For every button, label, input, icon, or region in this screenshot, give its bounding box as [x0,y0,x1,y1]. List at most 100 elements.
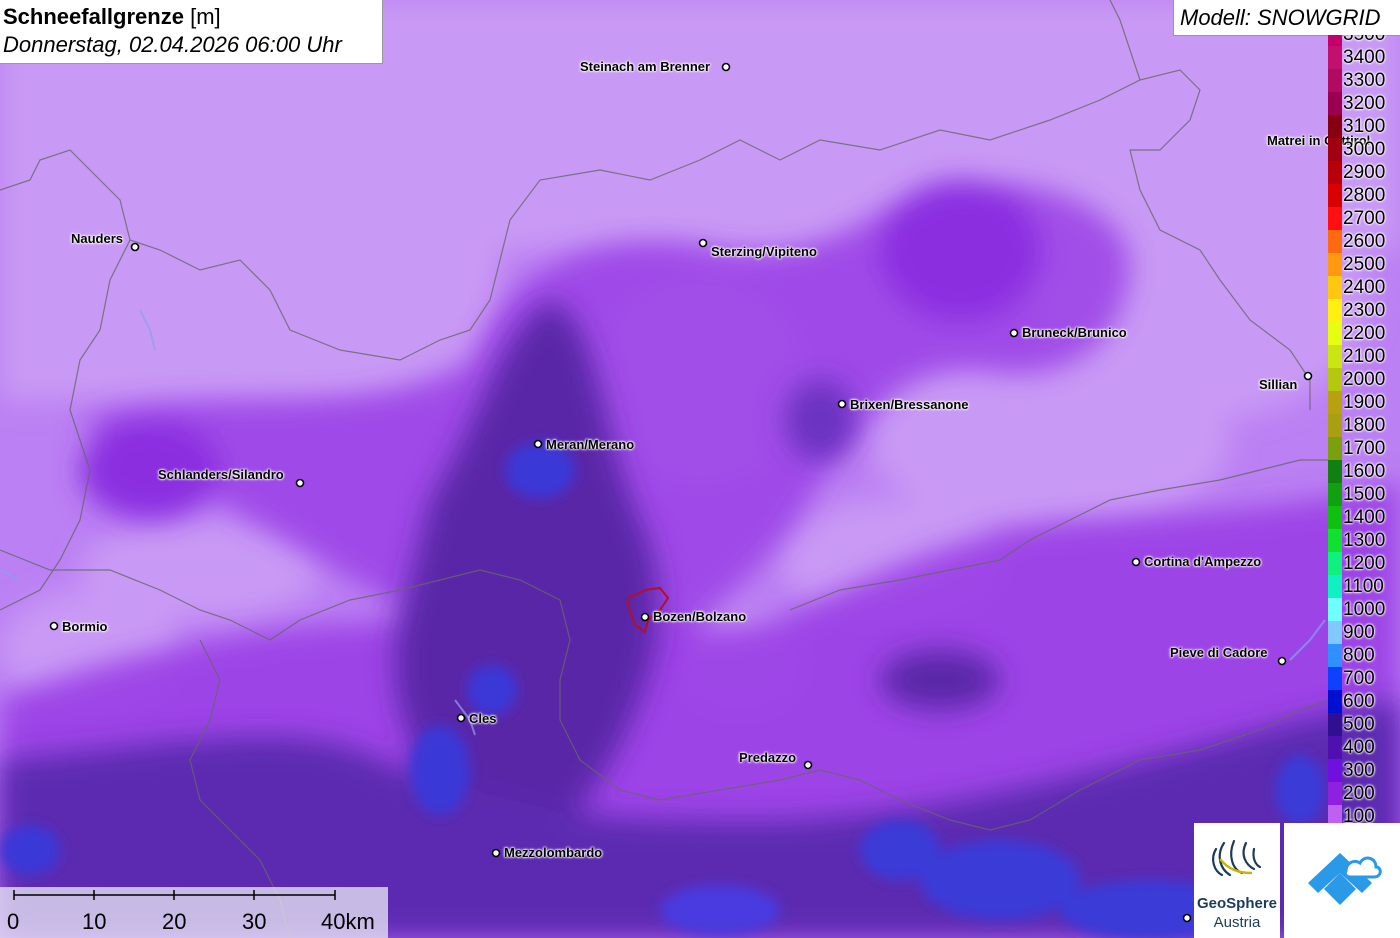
forecast-datetime: Donnerstag, 02.04.2026 06:00 Uhr [3,32,342,57]
scale-tick-40km: 40km [321,909,375,934]
legend-swatch-1800 [1328,414,1342,437]
legend-swatch-2300 [1328,299,1342,322]
legend-label-1600: 1600 [1343,461,1386,482]
legend-label-1800: 1800 [1343,415,1386,436]
legend-swatch-3300 [1328,69,1342,92]
color-legend: 3500 340033003200310030002900280027002600… [1328,35,1400,825]
partner-logo[interactable] [1284,823,1400,938]
legend-label-2100: 2100 [1343,346,1386,367]
city-label-steinach: Steinach am Brenner [580,59,711,74]
legend-swatch-3000 [1328,138,1342,161]
legend-swatch-2800 [1328,184,1342,207]
cloud-arrow-icon [1308,853,1382,905]
legend-label-3100: 3100 [1343,116,1386,137]
city-label-bruneck: Bruneck/Brunico [1022,325,1127,340]
city-label-pieve: Pieve di Cadore [1170,645,1268,660]
legend-swatch-3200 [1328,92,1342,115]
legend-swatch-200 [1328,782,1342,805]
legend-swatch-2200 [1328,322,1342,345]
legend-swatch-3500 [1328,35,1342,46]
legend-label-2300: 2300 [1343,300,1386,321]
legend-swatch-2600 [1328,230,1342,253]
legend-swatch-700 [1328,667,1342,690]
legend-label-2700: 2700 [1343,208,1386,229]
variable-unit: [m] [190,4,221,29]
legend-label-1700: 1700 [1343,438,1386,459]
legend-label-300: 300 [1343,760,1375,781]
legend-label-500: 500 [1343,714,1375,735]
map-title-box: Schneefallgrenze [m] Donnerstag, 02.04.2… [0,0,383,64]
legend-label-1200: 1200 [1343,553,1386,574]
scale-tick-10: 10 [82,909,107,934]
legend-label-200: 200 [1343,783,1375,804]
legend-label-700: 700 [1343,668,1375,689]
geosphere-emblem-icon [1212,839,1262,877]
legend-swatch-300 [1328,759,1342,782]
legend-swatch-1700 [1328,437,1342,460]
map-title: Schneefallgrenze [m] [3,4,221,30]
legend-label-600: 600 [1343,691,1375,712]
scale-bar: 0 10 20 30 40km [0,887,388,938]
legend-label-1300: 1300 [1343,530,1386,551]
legend-label-2200: 2200 [1343,323,1386,344]
legend-label-2600: 2600 [1343,231,1386,252]
legend-swatch-1000 [1328,598,1342,621]
legend-label-1900: 1900 [1343,392,1386,413]
legend-swatch-500 [1328,713,1342,736]
legend-swatch-2900 [1328,161,1342,184]
city-label-brixen: Brixen/Bressanone [850,397,969,412]
variable-name: Schneefallgrenze [3,4,184,29]
legend-label-900: 900 [1343,622,1375,643]
city-label-sillian: Sillian [1259,377,1298,392]
legend-swatch-1600 [1328,460,1342,483]
legend-label-1400: 1400 [1343,507,1386,528]
legend-label-3200: 3200 [1343,93,1386,114]
legend-swatch-1400 [1328,506,1342,529]
city-label-bormio: Bormio [62,619,108,634]
legend-swatch-600 [1328,690,1342,713]
city-label-bozen: Bozen/Bolzano [653,609,747,624]
legend-swatch-900 [1328,621,1342,644]
model-label: Modell: SNOWGRID [1180,5,1381,30]
geosphere-logo[interactable]: GeoSphere Austria [1194,823,1280,938]
legend-label-1500: 1500 [1343,484,1386,505]
scale-tick-20: 20 [162,909,187,934]
geosphere-country: Austria [1213,914,1261,931]
legend-label-2400: 2400 [1343,277,1386,298]
legend-swatch-2000 [1328,368,1342,391]
legend-swatch-1100 [1328,575,1342,598]
city-label-mezzolombardo: Mezzolombardo [504,845,603,860]
legend-swatch-3400 [1328,46,1342,69]
city-label-nauders: Nauders [71,231,124,246]
legend-label-3400: 3400 [1343,47,1386,68]
legend-swatch-2700 [1328,207,1342,230]
city-label-cortina: Cortina d'Ampezzo [1144,554,1262,569]
city-label-sterzing: Sterzing/Vipiteno [711,244,817,259]
legend-swatch-1500 [1328,483,1342,506]
city-label-schlanders: Schlanders/Silandro [158,467,284,482]
legend-label-2800: 2800 [1343,185,1386,206]
city-label-cles: Cles [469,711,497,726]
geosphere-name: GeoSphere [1196,895,1278,912]
legend-label-800: 800 [1343,645,1375,666]
legend-swatch-100 [1328,805,1342,825]
legend-swatch-3100 [1328,115,1342,138]
legend-swatch-1200 [1328,552,1342,575]
city-label-predazzo: Predazzo [739,750,797,765]
legend-swatch-1900 [1328,391,1342,414]
legend-label-1100: 1100 [1343,576,1384,597]
legend-label-3000: 3000 [1343,139,1386,160]
legend-swatch-800 [1328,644,1342,667]
legend-label-2900: 2900 [1343,162,1386,183]
legend-label-3500: 3500 [1343,35,1385,44]
legend-swatch-2500 [1328,253,1342,276]
scale-tick-0: 0 [7,909,20,934]
model-label-box: Modell: SNOWGRID [1173,0,1400,36]
legend-swatch-1300 [1328,529,1342,552]
legend-label-2500: 2500 [1343,254,1386,275]
legend-swatch-400 [1328,736,1342,759]
legend-swatch-2400 [1328,276,1342,299]
city-label-meran: Meran/Merano [546,437,635,452]
legend-label-2000: 2000 [1343,369,1386,390]
scale-tick-30: 30 [242,909,267,934]
